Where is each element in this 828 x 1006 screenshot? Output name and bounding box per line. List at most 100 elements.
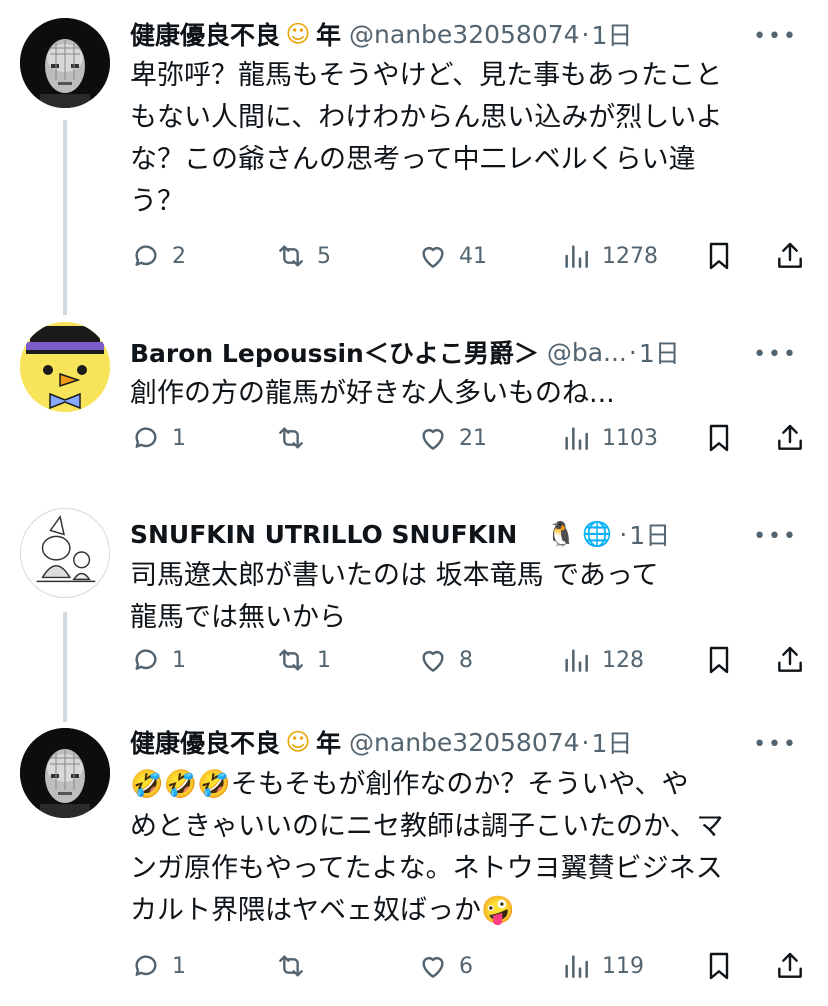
thread-line bbox=[63, 120, 67, 315]
views-count: 1103 bbox=[602, 425, 658, 451]
action-bar: 2 5 41 1278 bbox=[130, 236, 810, 276]
post-text: 創作の方の龍馬が好きな人多いものね... bbox=[130, 373, 800, 415]
like-button[interactable]: 6 bbox=[417, 946, 473, 986]
repost-icon bbox=[279, 245, 303, 267]
post-header: Baron Lepoussin＜ひよこ男爵＞ @ba... · 1日 ••• bbox=[130, 332, 798, 372]
like-count: 6 bbox=[459, 953, 473, 979]
bookmark-button[interactable] bbox=[703, 946, 735, 986]
avatar[interactable] bbox=[20, 508, 110, 598]
author-name[interactable]: 健康優良不良 bbox=[130, 724, 280, 760]
action-bar: 1 21 1103 bbox=[130, 418, 810, 458]
post-header: 健康優良不良 ☺ 年 @nanbe32058074 · 1日 ••• bbox=[130, 722, 798, 762]
bookmark-icon bbox=[709, 424, 729, 452]
share-button[interactable] bbox=[774, 418, 806, 458]
views-count: 119 bbox=[602, 953, 644, 979]
bookmark-button[interactable] bbox=[703, 418, 735, 458]
reply-button[interactable]: 2 bbox=[130, 236, 186, 276]
thread-line bbox=[63, 612, 67, 722]
repost-count: 1 bbox=[317, 647, 331, 673]
reply-button[interactable]: 1 bbox=[130, 640, 186, 680]
reply-icon bbox=[135, 245, 157, 266]
views-chart-icon bbox=[565, 955, 588, 978]
share-button[interactable] bbox=[774, 236, 806, 276]
penguin-emoji: 🐧 bbox=[546, 520, 577, 548]
author-handle[interactable]: @nanbe32058074 bbox=[349, 728, 580, 757]
like-count: 21 bbox=[459, 425, 487, 451]
reply-icon bbox=[135, 955, 157, 976]
like-count: 8 bbox=[459, 647, 473, 673]
timestamp[interactable]: 1日 bbox=[592, 724, 633, 760]
views-button[interactable]: 1103 bbox=[560, 418, 658, 458]
avatar-chick-baron-image bbox=[20, 322, 110, 412]
author-name[interactable]: SNUFKIN UTRILLO SNUFKIN bbox=[130, 520, 517, 549]
like-count: 41 bbox=[459, 243, 487, 269]
share-icon bbox=[778, 646, 802, 672]
author-name[interactable]: Baron Lepoussin＜ひよこ男爵＞ bbox=[130, 334, 539, 370]
repost-icon bbox=[279, 427, 303, 449]
post-header: SNUFKIN UTRILLO SNUFKIN 🐧 🌐 · 1日 ••• bbox=[130, 514, 798, 554]
more-options-icon[interactable]: ••• bbox=[753, 342, 798, 367]
post-text-line: 🤣🤣🤣そもそもが創作なのか？そういや、や bbox=[130, 764, 800, 806]
share-icon bbox=[778, 424, 802, 450]
views-button[interactable]: 119 bbox=[560, 946, 644, 986]
post-text: 司馬遼太郎が書いたのは 坂本竜馬 であって 龍馬では無いから bbox=[130, 555, 800, 639]
reply-icon bbox=[135, 649, 157, 670]
post-text-line: 卑弥呼？龍馬もそうやけど、見た事もあったこと bbox=[130, 60, 723, 91]
post-text-line: 龍馬では無いから bbox=[130, 602, 346, 633]
reply-count: 1 bbox=[172, 425, 186, 451]
more-options-icon[interactable]: ••• bbox=[753, 732, 798, 757]
author-handle[interactable]: @ba... bbox=[547, 338, 627, 367]
avatar[interactable] bbox=[20, 322, 110, 412]
share-icon bbox=[778, 242, 802, 268]
views-button[interactable]: 1278 bbox=[560, 236, 658, 276]
separator: · bbox=[628, 337, 637, 367]
post-3[interactable]: SNUFKIN UTRILLO SNUFKIN 🐧 🌐 · 1日 ••• 司馬遼… bbox=[0, 500, 828, 722]
repost-icon bbox=[279, 649, 303, 671]
views-chart-icon bbox=[565, 427, 588, 450]
reply-count: 1 bbox=[172, 953, 186, 979]
author-handle[interactable]: @nanbe32058074 bbox=[349, 20, 580, 49]
bookmark-button[interactable] bbox=[703, 640, 735, 680]
views-count: 1278 bbox=[602, 243, 658, 269]
heart-icon bbox=[422, 651, 444, 672]
avatar[interactable] bbox=[20, 728, 110, 818]
repost-button[interactable] bbox=[275, 418, 307, 458]
globe-emoji: 🌐 bbox=[582, 520, 613, 548]
more-options-icon[interactable]: ••• bbox=[753, 524, 798, 549]
post-text-fragment: カルト界隈はヤベェ奴ばっか bbox=[130, 895, 481, 926]
views-button[interactable]: 128 bbox=[560, 640, 644, 680]
post-header: 健康優良不良 ☺ 年 @nanbe32058074 · 1日 ••• bbox=[130, 14, 798, 54]
repost-button[interactable]: 5 bbox=[275, 236, 331, 276]
views-chart-icon bbox=[565, 245, 588, 268]
reply-button[interactable]: 1 bbox=[130, 946, 186, 986]
post-1[interactable]: 健康優良不良 ☺ 年 @nanbe32058074 · 1日 ••• 卑弥呼？龍… bbox=[0, 0, 828, 315]
like-button[interactable]: 21 bbox=[417, 418, 487, 458]
bookmark-icon bbox=[709, 952, 729, 980]
author-name-suffix[interactable]: 年 bbox=[316, 16, 341, 52]
author-name[interactable]: 健康優良不良 bbox=[130, 16, 280, 52]
repost-button[interactable] bbox=[275, 946, 307, 986]
post-4[interactable]: 健康優良不良 ☺ 年 @nanbe32058074 · 1日 ••• 🤣🤣🤣そも… bbox=[0, 722, 828, 1006]
separator: · bbox=[619, 519, 628, 549]
more-options-icon[interactable]: ••• bbox=[753, 24, 798, 49]
avatar-pinhead-image bbox=[20, 728, 110, 818]
action-bar: 1 1 8 128 bbox=[130, 640, 810, 680]
timestamp[interactable]: 1日 bbox=[592, 16, 633, 52]
timestamp[interactable]: 1日 bbox=[629, 516, 670, 552]
reply-button[interactable]: 1 bbox=[130, 418, 186, 458]
share-button[interactable] bbox=[774, 946, 806, 986]
repost-button[interactable]: 1 bbox=[275, 640, 331, 680]
author-name-suffix[interactable]: 年 bbox=[316, 724, 341, 760]
like-button[interactable]: 41 bbox=[417, 236, 487, 276]
bookmark-button[interactable] bbox=[703, 236, 735, 276]
timestamp[interactable]: 1日 bbox=[639, 334, 680, 370]
post-text-line: 創作の方の龍馬が好きな人多いものね... bbox=[130, 378, 615, 409]
post-2[interactable]: Baron Lepoussin＜ひよこ男爵＞ @ba... · 1日 ••• 創… bbox=[0, 318, 828, 478]
heart-icon bbox=[422, 429, 444, 450]
share-button[interactable] bbox=[774, 640, 806, 680]
separator: · bbox=[581, 19, 590, 49]
repost-icon bbox=[279, 955, 303, 977]
avatar[interactable] bbox=[20, 18, 110, 108]
like-button[interactable]: 8 bbox=[417, 640, 473, 680]
separator: · bbox=[581, 727, 590, 757]
